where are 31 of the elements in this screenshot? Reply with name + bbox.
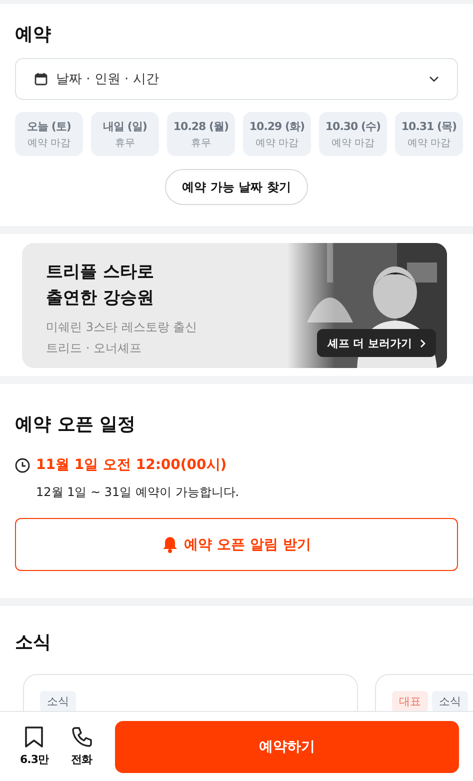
date-chip[interactable]: 10.29 (화) 예약 마감 (243, 112, 311, 156)
reserve-button[interactable]: 예약하기 (114, 720, 459, 772)
chevron-right-icon (420, 338, 426, 348)
section-title: 예약 오픈 일정 (15, 413, 137, 436)
tag: 소식 (432, 691, 468, 711)
date-chip[interactable]: 내일 (일) 휴무 (91, 112, 159, 156)
reservation-note: 12월 1일 ~ 31일 예약이 가능합니다. (36, 484, 240, 501)
call-action[interactable]: 전화 (70, 726, 92, 767)
date-chip[interactable]: 10.31 (목) 예약 마감 (395, 112, 463, 156)
section-title: 예약 (15, 23, 52, 46)
date-party-time-select[interactable]: 날짜 · 인원 · 시간 (15, 58, 458, 100)
banner-title: 트리플 스타로 출연한 강승원 (46, 261, 155, 310)
calendar-icon (34, 72, 48, 86)
find-dates-button[interactable]: 예약 가능 날짜 찾기 (165, 169, 308, 205)
date-chip[interactable]: 오늘 (토) 예약 마감 (15, 112, 83, 156)
section-title: 소식 (15, 631, 52, 654)
open-time: 11월 1일 오전 12:00(00시) (36, 456, 227, 474)
more-chef-button[interactable]: 셰프 더 보러가기 (317, 329, 436, 357)
tag: 대표 (392, 691, 428, 711)
bookmark-icon (24, 726, 44, 748)
date-chip[interactable]: 10.28 (월) 휴무 (167, 112, 235, 156)
chevron-down-icon (429, 76, 439, 82)
open-alert-button[interactable]: 예약 오픈 알림 받기 (15, 518, 458, 571)
tag: 소식 (40, 691, 76, 711)
banner-subtitle: 미쉐린 3스타 레스토랑 출신 트리드 · 오너셰프 (46, 319, 198, 357)
bell-icon (162, 536, 178, 553)
date-chip[interactable]: 10.30 (수) 예약 마감 (319, 112, 387, 156)
bookmark-action[interactable]: 6.3만 (20, 726, 48, 767)
chef-banner[interactable]: 트리플 스타로 출연한 강승원 미쉐린 3스타 레스토랑 출신 트리드 · 오너셰프 셰프 더 보러가기 (22, 243, 447, 368)
phone-icon (70, 726, 92, 748)
clock-icon (15, 458, 30, 472)
